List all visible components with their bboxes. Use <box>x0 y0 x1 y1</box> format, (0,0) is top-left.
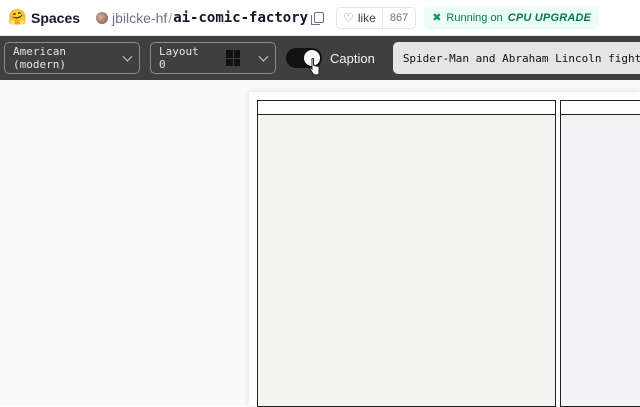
layout-select-value: Layout 0 <box>159 45 199 71</box>
status-hardware: CPU UPGRADE <box>507 11 592 24</box>
like-label: like <box>357 10 376 25</box>
panel-1-image <box>257 114 556 407</box>
comic-page <box>249 92 640 407</box>
chevron-down-icon <box>122 51 133 62</box>
style-select-value: American (modern) <box>13 45 66 71</box>
hf-header: 🤗 Spaces jbilcke-hf / ai-comic-factory ♡… <box>0 0 640 36</box>
status-badge[interactable]: ✖ Running on CPU UPGRADE <box>424 6 600 29</box>
comic-panel-1[interactable] <box>257 100 556 407</box>
comic-toolbar: American (modern) Layout 0 Caption Spide… <box>0 36 640 80</box>
like-left[interactable]: ♡ like <box>337 11 382 25</box>
copy-icon[interactable] <box>311 12 325 25</box>
owner-link[interactable]: jbilcke-hf <box>112 10 167 26</box>
panel-2-image <box>560 114 640 407</box>
path-separator: / <box>168 9 173 26</box>
layout-select[interactable]: Layout 0 <box>150 42 276 74</box>
prompt-input[interactable]: Spider-Man and Abraham Lincoln fighting <box>392 42 640 74</box>
like-button[interactable]: ♡ like 867 <box>336 6 417 29</box>
spaces-link[interactable]: Spaces <box>31 10 80 26</box>
heart-icon: ♡ <box>343 10 354 25</box>
pointer-cursor-icon <box>308 58 320 76</box>
status-prefix: Running on <box>446 11 503 24</box>
comic-canvas-area <box>0 80 640 407</box>
prompt-value: Spider-Man and Abraham Lincoln fighting <box>402 51 640 65</box>
chevron-down-icon <box>258 51 269 62</box>
comic-panel-2[interactable] <box>560 100 640 407</box>
caption-label[interactable]: Caption <box>330 51 375 66</box>
owner-avatar <box>96 11 109 24</box>
hugging-face-logo-icon[interactable]: 🤗 <box>8 9 27 27</box>
repo-name[interactable]: ai-comic-factory <box>173 10 308 26</box>
style-select[interactable]: American (modern) <box>4 42 140 74</box>
like-count: 867 <box>381 7 415 28</box>
layout-grid-icon <box>225 50 241 66</box>
sparkle-icon: ✖ <box>432 12 442 24</box>
